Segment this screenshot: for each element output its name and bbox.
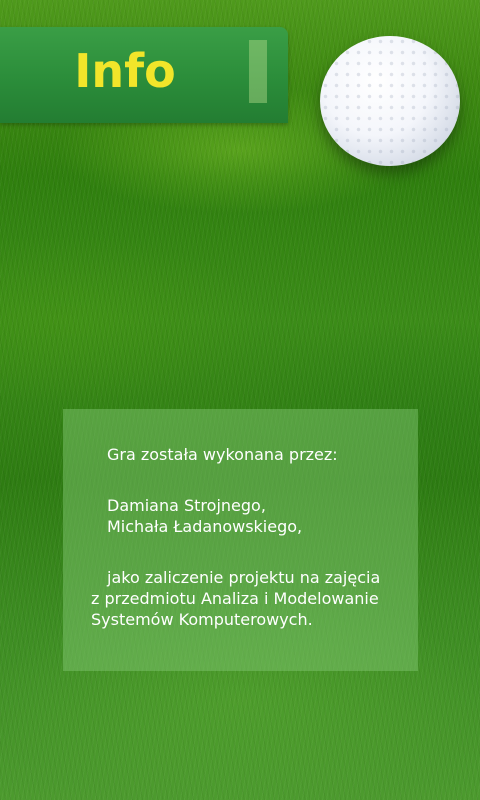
- description-line: z przedmiotu Analiza i Modelowanie: [91, 589, 379, 608]
- golf-ball-dimples: [320, 36, 460, 166]
- description-line: Systemów Komputerowych.: [91, 610, 313, 629]
- golf-ball-icon: [320, 36, 460, 166]
- header-accent-bar: [249, 40, 267, 103]
- info-panel: Gra została wykonana przez: Damiana Stro…: [63, 409, 418, 671]
- description-line: jako zaliczenie projektu na zajęcia: [107, 568, 381, 587]
- made-by-label: Gra została wykonana przez:: [107, 445, 338, 464]
- author-name: Michała Ładanowskiego,: [107, 517, 303, 536]
- author-name: Damiana Strojnego,: [107, 496, 266, 515]
- page-title: Info: [74, 44, 176, 98]
- header-banner: Info: [0, 27, 288, 123]
